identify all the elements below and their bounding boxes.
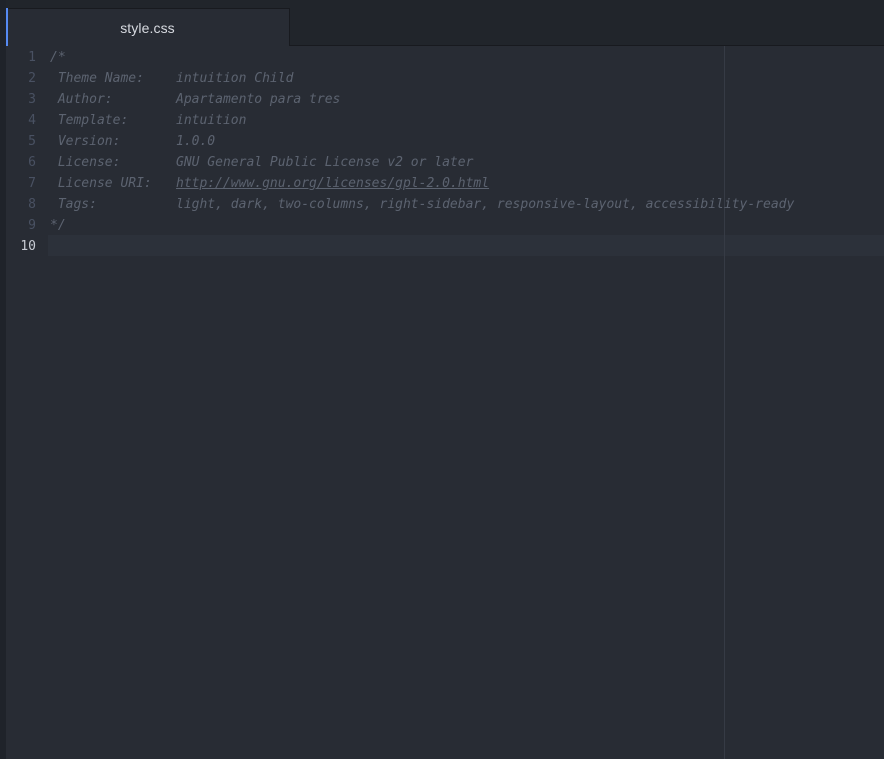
comment-value: intuition <box>176 113 247 128</box>
line-number: 1 <box>28 50 36 65</box>
comment-key: License URI: <box>50 176 152 191</box>
tab-title: style.css <box>120 20 175 36</box>
comment-key: Tags: <box>50 197 97 212</box>
line-number-gutter[interactable]: 1 2 3 4 5 6 7 8 9 10 <box>6 46 44 759</box>
comment-value: intuition Child <box>176 71 294 86</box>
comment-key: Template: <box>50 113 129 128</box>
code-line-version: Version: 1.0.0 <box>50 131 215 152</box>
code-line-author: Author: Apartamento para tres <box>50 89 341 110</box>
comment-value: light, dark, two-columns, right-sidebar,… <box>176 197 795 212</box>
code-line-template: Template: intuition <box>50 110 247 131</box>
code-line-theme-name: Theme Name: intuition Child <box>50 68 294 89</box>
line-number-current: 10 <box>20 239 36 254</box>
editor-window: style.css 1 2 3 4 5 6 7 8 9 10 /* Theme … <box>0 0 884 759</box>
line-number: 5 <box>28 134 36 149</box>
comment-key: Author: <box>50 92 113 107</box>
tab-bar: style.css <box>6 0 884 47</box>
line-number: 6 <box>28 155 36 170</box>
code-line-comment-open: /* <box>50 50 66 65</box>
comment-value: GNU General Public License v2 or later <box>176 155 474 170</box>
active-tab-indicator <box>6 8 8 46</box>
license-uri-link[interactable]: http://www.gnu.org/licenses/gpl-2.0.html <box>176 176 489 191</box>
wrap-guide <box>724 46 725 759</box>
code-line-license: License: GNU General Public License v2 or… <box>50 152 474 173</box>
code-line-license-uri: License URI: http://www.gnu.org/licenses/… <box>50 173 489 194</box>
line-number: 7 <box>28 176 36 191</box>
line-number: 4 <box>28 113 36 128</box>
cursor-line-highlight <box>48 235 884 256</box>
comment-key: License: <box>50 155 121 170</box>
code-line-tags: Tags: light, dark, two-columns, right-sid… <box>50 194 795 215</box>
code-line-comment-close: */ <box>50 218 66 233</box>
line-number: 2 <box>28 71 36 86</box>
line-number: 3 <box>28 92 36 107</box>
comment-key: Theme Name: <box>50 71 144 86</box>
comment-value: 1.0.0 <box>176 134 216 149</box>
code-editor[interactable]: 1 2 3 4 5 6 7 8 9 10 /* Theme Name: intui… <box>6 46 884 759</box>
line-number: 8 <box>28 197 36 212</box>
comment-value: Apartamento para tres <box>176 92 341 107</box>
tab-style-css[interactable]: style.css <box>6 8 290 47</box>
comment-key: Version: <box>50 134 121 149</box>
line-number: 9 <box>28 218 36 233</box>
